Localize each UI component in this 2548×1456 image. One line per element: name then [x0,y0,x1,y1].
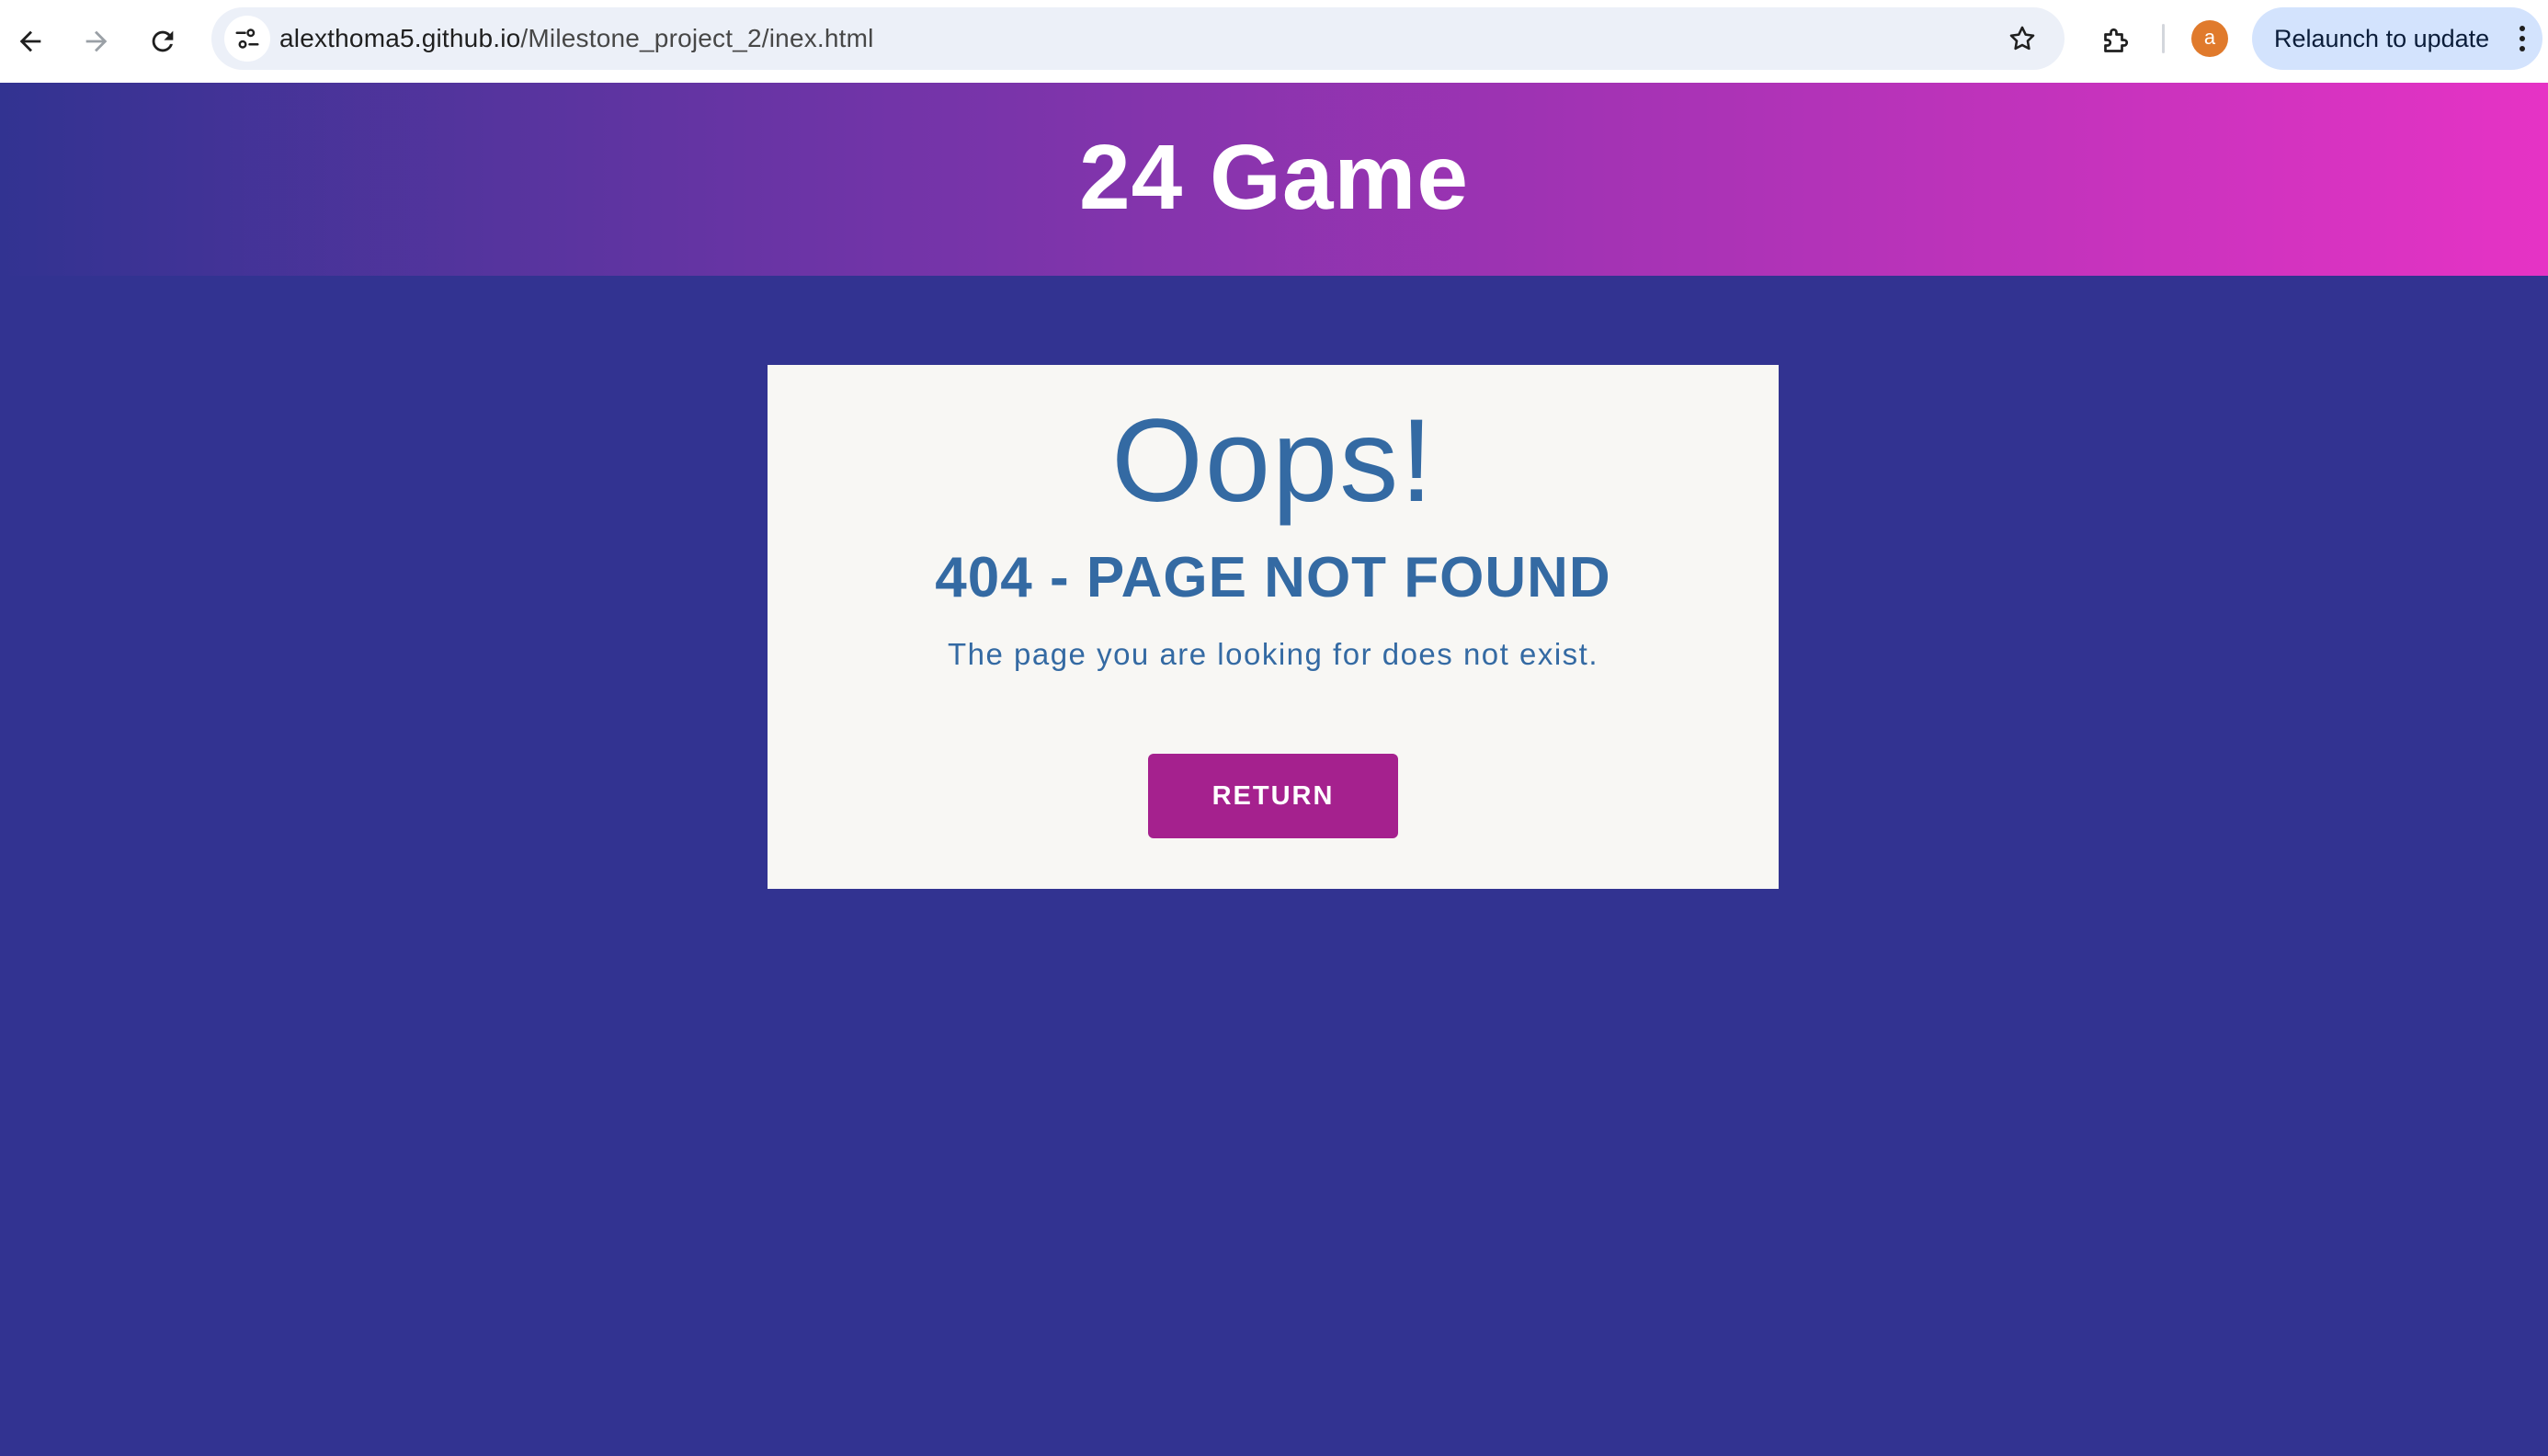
browser-menu-button[interactable] [2513,22,2531,55]
url-text[interactable]: alexthoma5.github.io/Milestone_project_2… [279,7,874,70]
arrow-right-icon [85,30,108,52]
profile-avatar[interactable]: a [2191,20,2228,57]
address-bar[interactable]: alexthoma5.github.io/Milestone_project_2… [211,7,2065,70]
error-message: The page you are looking for does not ex… [947,637,1599,671]
arrow-left-icon [19,30,41,52]
page-viewport: 24 Game Oops! 404 - PAGE NOT FOUND The p… [0,83,2548,1456]
toolbar-divider [2162,24,2165,53]
reload-button[interactable] [134,13,191,70]
error-heading: Oops! [1111,395,1435,527]
star-icon [2009,26,2035,51]
error-subheading: 404 - PAGE NOT FOUND [935,546,1611,609]
puzzle-icon [2104,28,2129,52]
return-button[interactable]: RETURN [1148,754,1398,838]
site-header: 24 Game [0,83,2548,276]
browser-toolbar: alexthoma5.github.io/Milestone_project_2… [0,0,2548,83]
url-host: alexthoma5.github.io [279,24,521,52]
forward-button[interactable] [68,13,125,70]
tune-icon [235,28,259,49]
site-title: 24 Game [1079,126,1469,229]
error-card: Oops! 404 - PAGE NOT FOUND The page you … [768,365,1779,889]
bookmark-button[interactable] [2004,20,2041,57]
extensions-button[interactable] [2087,13,2144,70]
reload-icon [152,30,174,52]
kebab-menu-icon [2520,26,2525,51]
relaunch-button[interactable]: Relaunch to update [2252,7,2542,70]
relaunch-label: Relaunch to update [2274,25,2490,52]
back-button[interactable] [2,13,59,70]
site-info-button[interactable] [224,16,270,62]
url-path: /Milestone_project_2/inex.html [520,24,874,52]
